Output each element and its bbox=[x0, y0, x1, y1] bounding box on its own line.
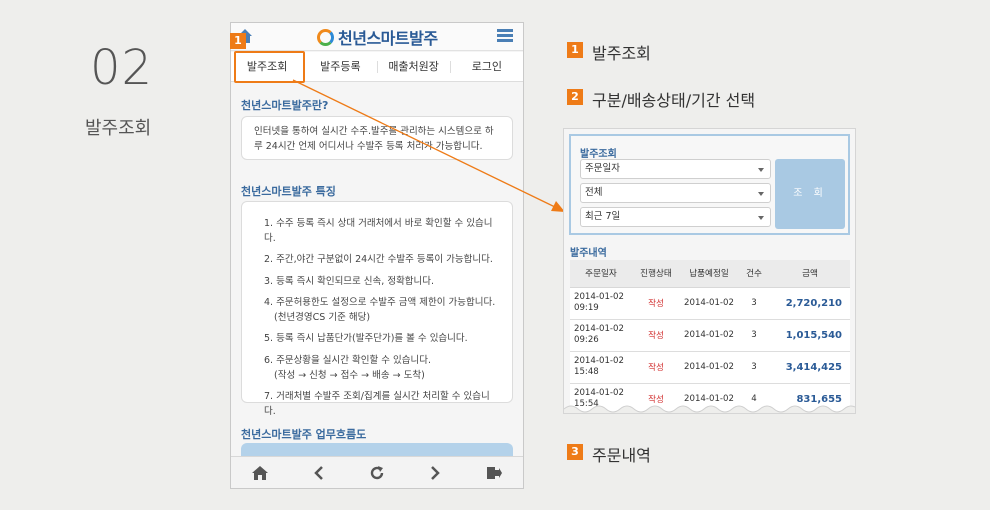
tab-login[interactable]: 로그인 bbox=[451, 60, 523, 73]
period-select-value: 최근 7일 bbox=[585, 211, 621, 222]
table-row[interactable]: 2014-01-02 15:48 작성 2014-01-02 3 3,414,42… bbox=[570, 351, 850, 384]
item-count: 3 bbox=[738, 287, 770, 320]
chevron-down-icon bbox=[758, 168, 764, 172]
back-icon[interactable] bbox=[310, 464, 328, 482]
features-title: 천년스마트발주 특징 bbox=[241, 185, 336, 198]
due-date: 2014-01-02 bbox=[680, 351, 738, 384]
logout-icon[interactable] bbox=[485, 464, 503, 482]
due-date: 2014-01-02 bbox=[680, 319, 738, 352]
feature-item: 2. 주간,야간 구분없이 24시간 수발주 등록이 가능합니다. bbox=[264, 254, 493, 266]
order-state: 작성 bbox=[632, 287, 680, 320]
home-icon[interactable] bbox=[251, 464, 269, 482]
table-row[interactable]: 2014-01-02 09:26 작성 2014-01-02 3 1,015,54… bbox=[570, 319, 850, 352]
order-state: 작성 bbox=[632, 351, 680, 384]
intro-text: 인터넷을 통하여 실시간 수주.발주를 관리하는 시스템으로 하루 24시간 언… bbox=[254, 126, 494, 152]
features-box: 1. 수주 등록 즉시 상대 거래처에서 바로 확인할 수 있습니다. 2. 주… bbox=[241, 201, 513, 417]
tab-sales-ledger[interactable]: 매출처원장 bbox=[378, 60, 451, 73]
callout-badge: 1 bbox=[567, 42, 583, 58]
callout-badge: 1 bbox=[230, 33, 246, 49]
feature-item: 1. 수주 등록 즉시 상대 거래처에서 바로 확인할 수 있습니다. bbox=[264, 218, 493, 244]
logo-icon bbox=[317, 28, 334, 46]
search-form: 발주조회 주문일자 전체 최근 7일 조 회 bbox=[569, 134, 850, 235]
torn-edge bbox=[564, 405, 855, 413]
chevron-down-icon bbox=[758, 192, 764, 196]
app-header: 천년스마트발주 bbox=[231, 23, 523, 51]
order-date: 2014-01-02 09:26 bbox=[570, 319, 632, 352]
due-date: 2014-01-02 bbox=[680, 287, 738, 320]
search-title: 발주조회 bbox=[580, 149, 617, 160]
chevron-down-icon bbox=[758, 216, 764, 220]
callout-badge: 2 bbox=[567, 89, 583, 105]
status-select[interactable]: 전체 bbox=[580, 183, 771, 203]
feature-item-note: (천년경영CS 기준 해당) bbox=[274, 312, 371, 324]
order-amount: 2,720,210 bbox=[770, 287, 850, 320]
type-select[interactable]: 주문일자 bbox=[580, 159, 771, 179]
step-number: 02 bbox=[90, 40, 154, 96]
col-header: 주문일자 bbox=[570, 260, 632, 288]
table-row[interactable]: 2014-01-02 09:19 작성 2014-01-02 3 2,720,21… bbox=[570, 287, 850, 320]
item-count: 3 bbox=[738, 351, 770, 384]
order-date: 2014-01-02 15:48 bbox=[570, 351, 632, 384]
order-amount: 3,414,425 bbox=[770, 351, 850, 384]
item-count: 3 bbox=[738, 319, 770, 352]
phone-screen: 천년스마트발주 발주조회 발주등록 매출처원장 로그인 천년스마트발주란? 인터… bbox=[230, 22, 524, 489]
status-select-value: 전체 bbox=[585, 187, 603, 198]
bottom-nav bbox=[231, 456, 523, 488]
forward-icon[interactable] bbox=[426, 464, 444, 482]
menu-icon[interactable] bbox=[497, 29, 513, 43]
brand-logo: 천년스마트발주 bbox=[317, 26, 438, 48]
feature-item: 7. 거래처별 수발주 조회/집계를 실시간 처리할 수 있습니다. bbox=[264, 391, 490, 418]
brand-name: 천년스마트발주 bbox=[338, 29, 438, 48]
order-date: 2014-01-02 09:19 bbox=[570, 287, 632, 320]
order-table: 주문일자 진행상태 납품예정일 건수 금액 2014-01-02 09:19 작성… bbox=[570, 260, 850, 413]
step-title: 발주조회 bbox=[85, 118, 152, 139]
callout-label: 구분/배송상태/기간 선택 bbox=[592, 91, 756, 110]
search-button[interactable]: 조 회 bbox=[775, 159, 845, 229]
table-header: 주문일자 진행상태 납품예정일 건수 금액 bbox=[570, 260, 850, 288]
tab-highlight bbox=[234, 51, 305, 83]
period-select[interactable]: 최근 7일 bbox=[580, 207, 771, 227]
refresh-icon[interactable] bbox=[368, 464, 386, 482]
feature-item-note: (작성 → 신청 → 접수 → 배송 → 도착) bbox=[274, 370, 425, 382]
flow-title: 천년스마트발주 업무흐름도 bbox=[241, 428, 367, 441]
col-header: 진행상태 bbox=[632, 260, 680, 288]
callout-label: 주문내역 bbox=[592, 446, 651, 465]
order-state: 작성 bbox=[632, 319, 680, 352]
col-header: 건수 bbox=[738, 260, 770, 288]
feature-item: 6. 주문상황을 실시간 확인할 수 있습니다. bbox=[264, 354, 432, 366]
order-amount: 1,015,540 bbox=[770, 319, 850, 352]
col-header: 납품예정일 bbox=[680, 260, 738, 288]
type-select-value: 주문일자 bbox=[585, 163, 620, 174]
callout-badge: 3 bbox=[567, 444, 583, 460]
callout-label: 발주조회 bbox=[592, 44, 651, 63]
order-list-title: 발주내역 bbox=[570, 248, 607, 259]
intro-box: 인터넷을 통하여 실시간 수주.발주를 관리하는 시스템으로 하루 24시간 언… bbox=[241, 116, 513, 160]
col-header: 금액 bbox=[770, 260, 850, 288]
feature-item: 5. 등록 즉시 납품단가(발주단가)를 볼 수 있습니다. bbox=[264, 333, 468, 345]
intro-title: 천년스마트발주란? bbox=[241, 99, 329, 112]
feature-item: 4. 주문허용한도 설정으로 수발주 금액 제한이 가능합니다. bbox=[264, 296, 496, 308]
feature-item: 3. 등록 즉시 확인되므로 신속, 정확합니다. bbox=[264, 275, 435, 287]
tab-order-register[interactable]: 발주등록 bbox=[304, 60, 378, 73]
order-inquiry-panel: 발주조회 주문일자 전체 최근 7일 조 회 발주내역 주문일자 진행상태 납품… bbox=[563, 128, 856, 414]
